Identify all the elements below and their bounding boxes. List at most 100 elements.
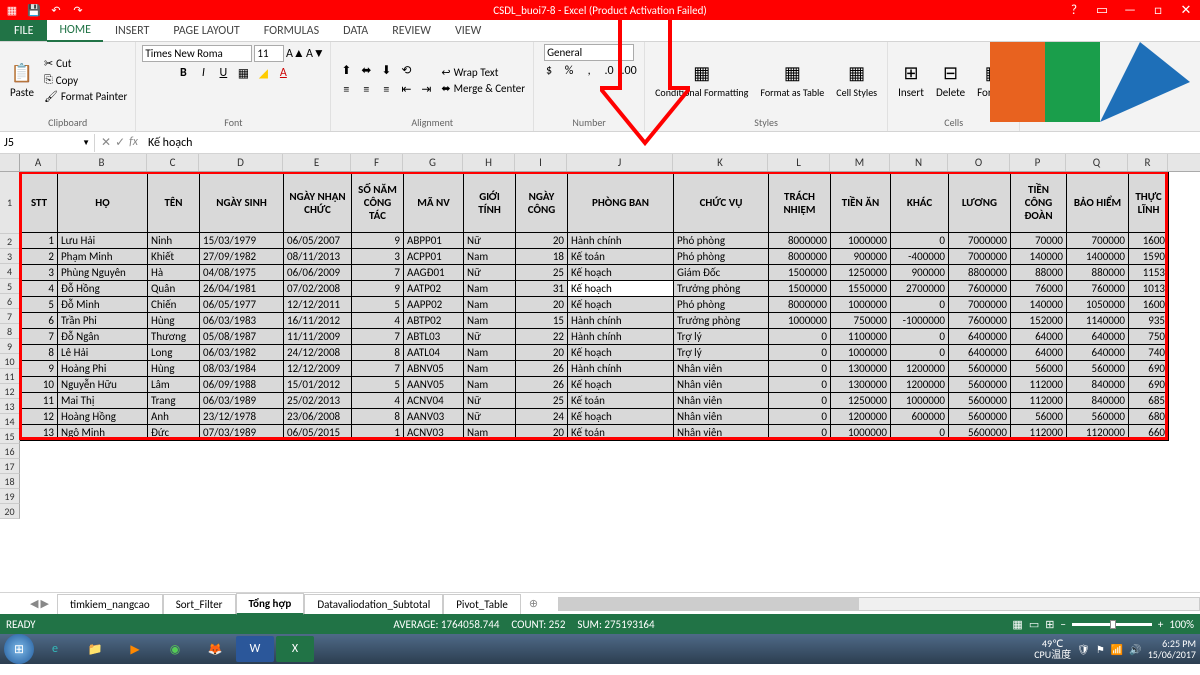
cell[interactable]: Phó phòng [674, 233, 769, 249]
col-header-O[interactable]: O [948, 154, 1010, 171]
cell[interactable]: 0 [769, 361, 831, 377]
row-header[interactable]: 5 [0, 279, 20, 294]
font-color-button[interactable]: A [274, 64, 292, 82]
cell[interactable]: Nam [464, 425, 516, 441]
row-header[interactable]: 12 [0, 384, 20, 399]
cell[interactable]: 88000 [1011, 265, 1067, 281]
wrap-text-button[interactable]: ↩Wrap Text [439, 65, 527, 80]
align-right-icon[interactable]: ≡ [377, 81, 395, 99]
cell[interactable]: Trần Phi [58, 313, 148, 329]
col-header-I[interactable]: I [515, 154, 567, 171]
cell[interactable]: 31 [516, 281, 568, 297]
cell[interactable]: 27/09/1982 [200, 249, 284, 265]
cell[interactable]: AAPP02 [404, 297, 464, 313]
cell[interactable]: 690 [1129, 377, 1169, 393]
align-top-icon[interactable]: ⬆ [337, 62, 355, 80]
cell[interactable]: 6 [21, 313, 58, 329]
grow-font-icon[interactable]: A▲ [286, 44, 304, 62]
cell[interactable]: 840000 [1067, 393, 1129, 409]
cell[interactable]: Đỗ Minh [58, 297, 148, 313]
cell[interactable]: 600000 [891, 409, 949, 425]
cell[interactable]: Nam [464, 361, 516, 377]
cell[interactable]: 7 [21, 329, 58, 345]
cell[interactable]: Phó phòng [674, 249, 769, 265]
cell[interactable]: 08/11/2013 [284, 249, 352, 265]
cell[interactable]: Lưu Hải [58, 233, 148, 249]
start-button[interactable]: ⊞ [4, 634, 34, 664]
cell[interactable]: 112000 [1011, 393, 1067, 409]
indent-dec-icon[interactable]: ⇤ [397, 81, 415, 99]
cell[interactable]: 685 [1129, 393, 1169, 409]
cell[interactable]: 20 [516, 425, 568, 441]
sheet-tab-4[interactable]: Datavaliodation_Subtotal [304, 594, 443, 614]
cell[interactable]: 8 [352, 409, 404, 425]
cell[interactable]: 26/04/1981 [200, 281, 284, 297]
font-size-combo[interactable]: 11 [254, 45, 284, 62]
cell[interactable]: -400000 [891, 249, 949, 265]
italic-button[interactable]: I [194, 64, 212, 82]
col-header-N[interactable]: N [890, 154, 948, 171]
row-header[interactable]: 11 [0, 369, 20, 384]
cell[interactable]: 12/12/2011 [284, 297, 352, 313]
cell[interactable]: Kế hoạch [568, 409, 674, 425]
cell[interactable]: 9 [21, 361, 58, 377]
cell[interactable]: 13 [21, 425, 58, 441]
name-box[interactable]: J5▼ [0, 134, 95, 152]
cell[interactable]: Lâm [148, 377, 200, 393]
maximize-icon[interactable]: □ [1148, 3, 1168, 18]
cell[interactable]: 10 [21, 377, 58, 393]
cell[interactable]: 1100000 [831, 329, 891, 345]
cell[interactable]: Trợ lý [674, 329, 769, 345]
underline-button[interactable]: U [214, 64, 232, 82]
cell[interactable]: 900000 [891, 265, 949, 281]
tray-shield-icon[interactable]: 🛡 [1077, 643, 1090, 656]
cell[interactable]: 1000000 [831, 345, 891, 361]
explorer-icon[interactable]: 📁 [76, 636, 114, 662]
zoom-out-icon[interactable]: − [1060, 618, 1065, 631]
sheet-tab-3[interactable]: Tổng hợp [236, 593, 305, 615]
cell[interactable]: 1000000 [769, 313, 831, 329]
cell[interactable]: 06/06/2009 [284, 265, 352, 281]
cell[interactable]: 840000 [1067, 377, 1129, 393]
horizontal-scrollbar[interactable] [558, 597, 1200, 611]
cell[interactable]: 22 [516, 329, 568, 345]
cell[interactable]: 4 [352, 393, 404, 409]
cell[interactable]: 3 [352, 249, 404, 265]
cell[interactable]: 7600000 [949, 313, 1011, 329]
fill-color-button[interactable]: ◢ [254, 64, 272, 82]
cell[interactable]: Nữ [464, 233, 516, 249]
cell[interactable]: ACNV03 [404, 425, 464, 441]
row-header[interactable]: 9 [0, 339, 20, 354]
insert-tab[interactable]: INSERT [103, 21, 161, 41]
cell[interactable]: 5 [352, 377, 404, 393]
cell[interactable]: Nữ [464, 393, 516, 409]
row-header[interactable]: 4 [0, 264, 20, 279]
tray-network-icon[interactable]: 📶 [1111, 643, 1123, 656]
cell[interactable]: 1050000 [1067, 297, 1129, 313]
new-sheet-button[interactable]: ⊕ [529, 597, 538, 610]
cell[interactable]: 7 [352, 329, 404, 345]
col-header-A[interactable]: A [20, 154, 57, 171]
cell[interactable]: 8000000 [769, 297, 831, 313]
cell[interactable]: Quân [148, 281, 200, 297]
cell[interactable]: Phạm Minh [58, 249, 148, 265]
cell[interactable]: 690 [1129, 361, 1169, 377]
cut-button[interactable]: ✂Cut [42, 56, 129, 71]
cell[interactable]: 5600000 [949, 361, 1011, 377]
word-icon[interactable]: W [236, 636, 274, 662]
cell[interactable]: Nhân viên [674, 361, 769, 377]
cell[interactable]: Hành chính [568, 233, 674, 249]
select-all-corner[interactable] [0, 154, 20, 171]
cell[interactable]: AATP02 [404, 281, 464, 297]
zoom-level[interactable]: 100% [1169, 618, 1194, 631]
cell[interactable]: 0 [891, 425, 949, 441]
close-icon[interactable]: ✕ [1176, 3, 1196, 18]
cell[interactable]: 640000 [1067, 329, 1129, 345]
cell[interactable]: 140000 [1011, 297, 1067, 313]
cell[interactable]: 6400000 [949, 329, 1011, 345]
cell[interactable]: Nguyễn Hữu [58, 377, 148, 393]
col-header-P[interactable]: P [1010, 154, 1066, 171]
cell[interactable]: 5600000 [949, 377, 1011, 393]
col-header-G[interactable]: G [403, 154, 463, 171]
cell[interactable]: 06/03/1982 [200, 345, 284, 361]
